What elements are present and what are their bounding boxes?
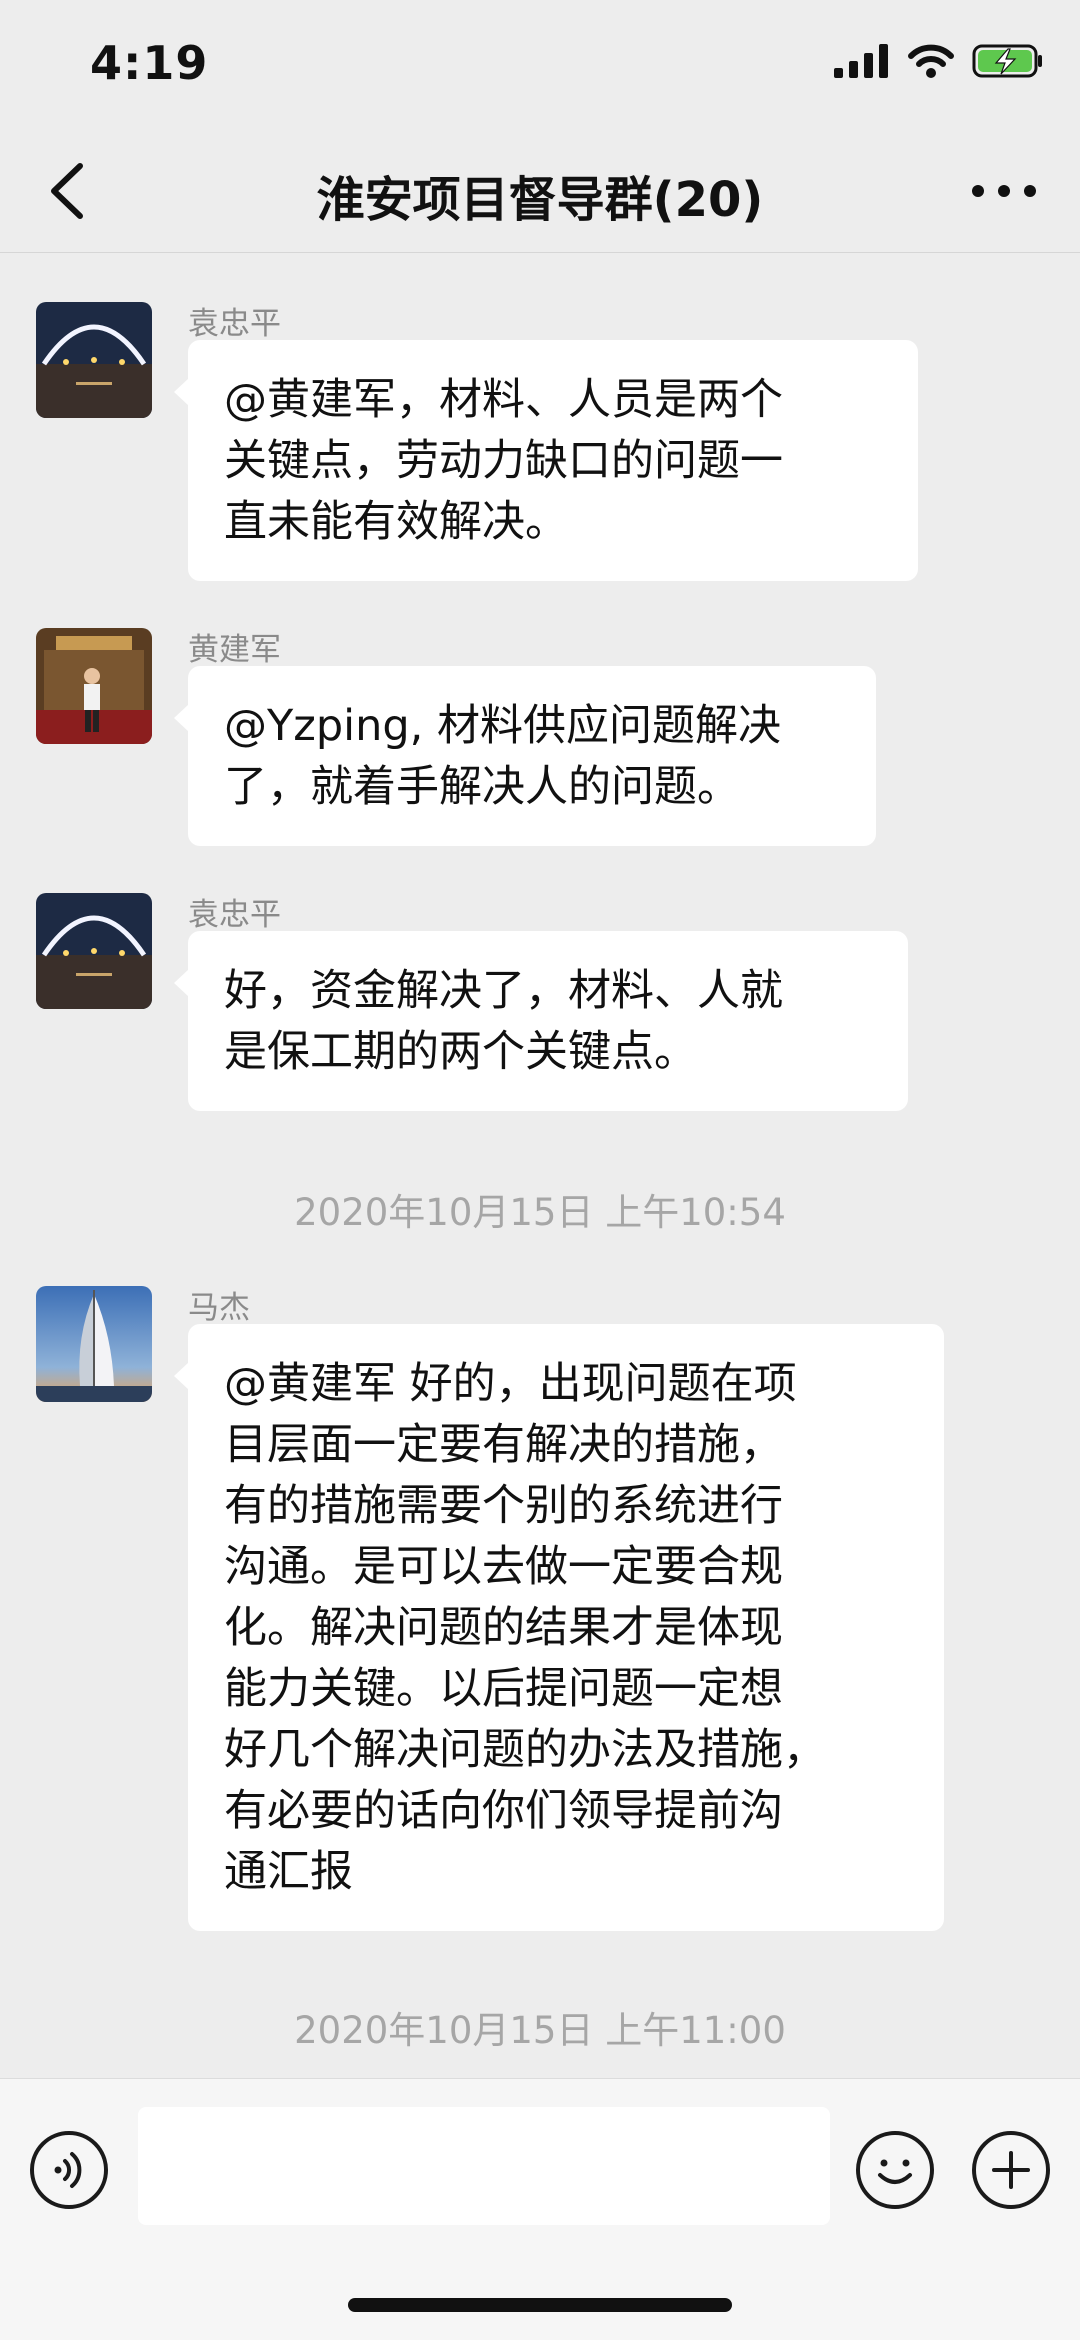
chat-header: 淮安项目督导群(20) [0,130,1080,253]
home-indicator [348,2298,732,2312]
avatar[interactable] [36,302,152,418]
status-bar: 4:19 [0,0,1080,130]
message-line: 好几个解决问题的办法及措施， [224,1725,826,1775]
more-icon[interactable] [968,166,1040,216]
battery-charging-icon [972,44,1042,78]
message-line: 有必要的话向你们领导提前沟 [224,1786,783,1836]
message-line: 沟通。是可以去做一定要合规 [224,1542,783,1592]
message-line: 好，资金解决了，材料、人就 [224,966,783,1016]
message-bubble[interactable]: @Yzping, 材料供应问题解决 了，就着手解决人的问题。 [174,666,876,846]
avatar[interactable] [36,1286,152,1402]
chat-title: 淮安项目督导群(20) [316,172,764,228]
emoji-button[interactable] [856,2131,934,2209]
timestamp: 2020年10月15日 上午10:54 [294,1191,786,1234]
message-line: 通汇报 [224,1847,353,1897]
message-line: 能力关键。以后提问题一定想 [224,1664,783,1714]
signal-icon [834,44,888,78]
message-line: 化。解决问题的结果才是体现 [224,1603,783,1653]
sender-name: 袁忠平 [188,897,281,933]
message-line: 了，就着手解决人的问题。 [224,762,740,812]
emoji-icon [878,2159,912,2184]
message-line: 有的措施需要个别的系统进行 [224,1481,783,1531]
message-line: 目层面一定要有解决的措施， [224,1420,783,1470]
message-bubble[interactable]: 好，资金解决了，材料、人就 是保工期的两个关键点。 [174,931,908,1111]
avatar[interactable] [36,628,152,744]
sail-hotel-photo [36,1286,152,1402]
message-bubble[interactable]: @黄建军，材料、人员是两个 关键点，劳动力缺口的问题一 直未能有效解决。 [174,340,918,581]
message-line: 直未能有效解决。 [224,497,568,547]
plus-icon [992,2151,1030,2189]
sender-name: 黄建军 [188,632,281,668]
wifi-icon [908,44,954,78]
message-input[interactable] [138,2107,830,2225]
night-arch-photo [36,302,152,418]
voice-button[interactable] [30,2131,108,2209]
message-bubble[interactable]: @黄建军 好的，出现问题在项 目层面一定要有解决的措施， 有的措施需要个别的系统… [174,1324,944,1931]
night-arch-photo [36,893,152,1009]
voice-icon [54,2152,82,2188]
status-icons [834,44,1044,78]
status-time: 4:19 [90,36,209,90]
timestamp: 2020年10月15日 上午11:00 [294,2009,786,2052]
message-line: 关键点，劳动力缺口的问题一 [224,436,783,486]
sender-name: 马杰 [188,1290,250,1326]
plus-button[interactable] [972,2131,1050,2209]
message-line: @黄建军 好的，出现问题在项 [224,1359,797,1409]
message-line: @Yzping, 材料供应问题解决 [224,701,781,751]
message-line: @黄建军，材料、人员是两个 [224,375,783,425]
sender-name: 袁忠平 [188,306,281,342]
avatar[interactable] [36,893,152,1009]
message-line: 是保工期的两个关键点。 [224,1027,697,1077]
person-indoor-photo [36,628,152,744]
